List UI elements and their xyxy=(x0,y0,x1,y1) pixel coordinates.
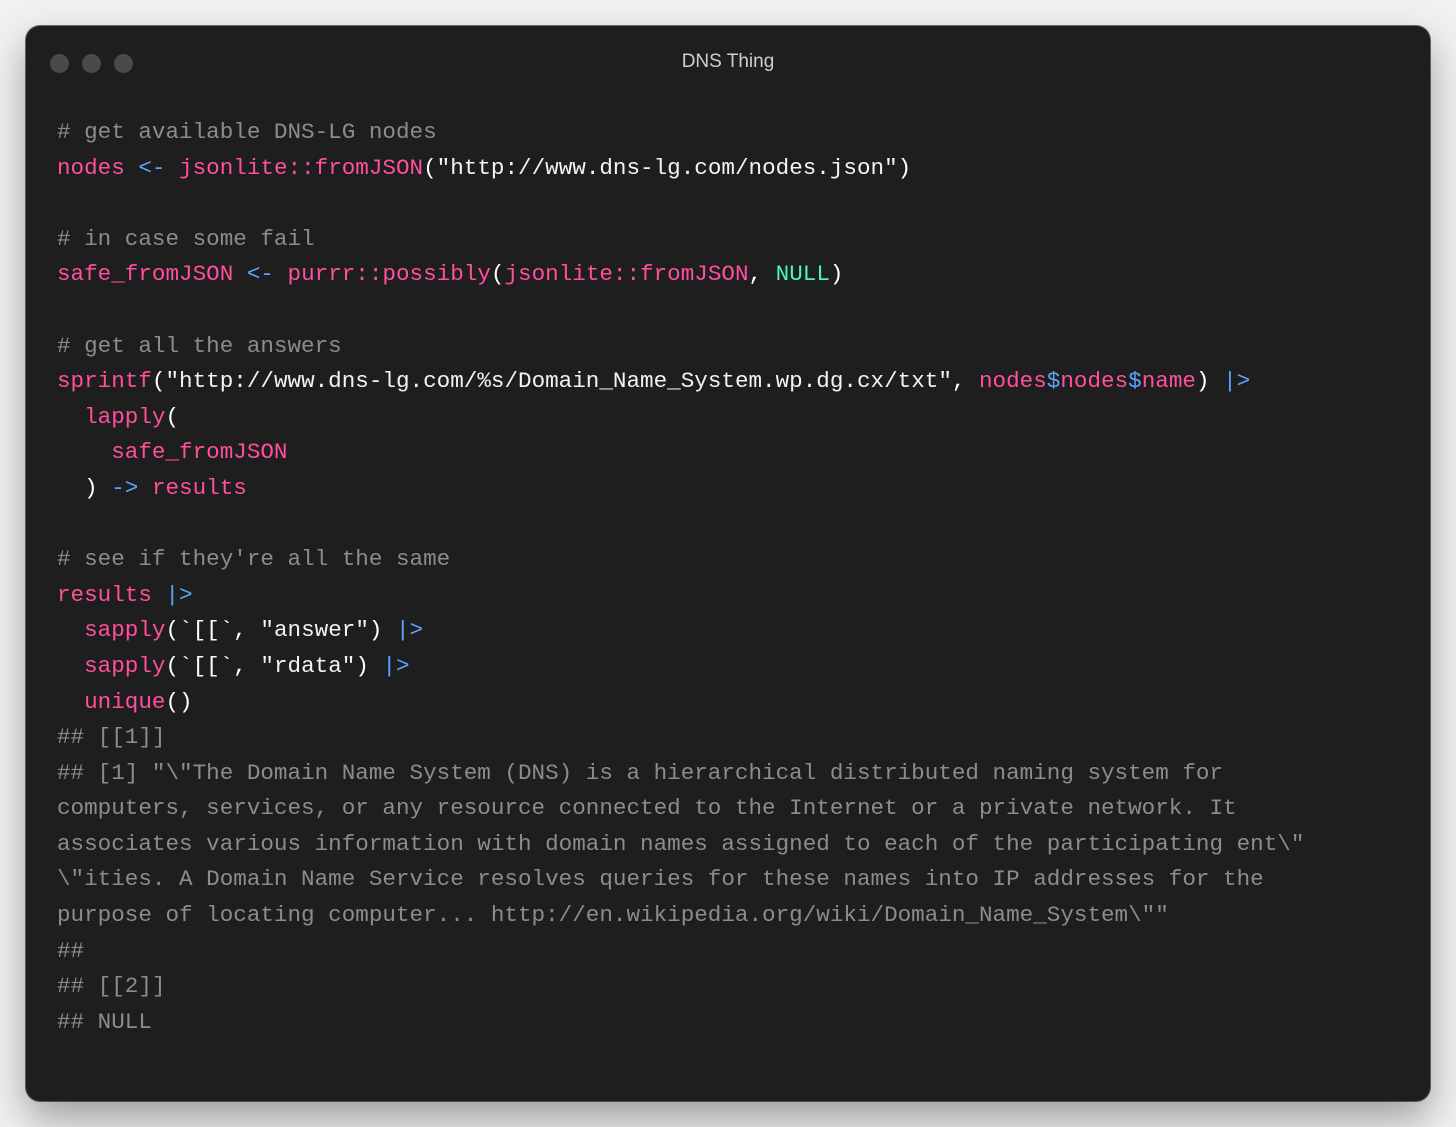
output-line: computers, services, or any resource con… xyxy=(57,795,1237,822)
output-line: ## xyxy=(57,937,85,964)
output-line: ## [1] "\"The Domain Name System (DNS) i… xyxy=(57,759,1224,786)
code-line: nodes <- jsonlite::fromJSON("http://www.… xyxy=(57,154,912,181)
code-line-comment: # see if they're all the same xyxy=(57,546,451,573)
output-line: purpose of locating computer... http://e… xyxy=(57,902,1169,929)
code-line-comment: # get all the answers xyxy=(57,332,342,359)
code-line: safe_fromJSON xyxy=(111,439,288,466)
output-line: ## [[1]] xyxy=(57,724,166,751)
window-title: DNS Thing xyxy=(681,51,775,72)
code-line: sprintf("http://www.dns-lg.com/%s/Domain… xyxy=(57,368,1251,395)
code-line: results |> xyxy=(57,581,193,608)
code-line: safe_fromJSON <- purrr::possibly(jsonlit… xyxy=(57,261,844,288)
code-line: unique() xyxy=(84,688,193,715)
code-line: lapply( xyxy=(84,403,180,430)
code-line: sapply(`[[`, "rdata") |> xyxy=(84,652,410,679)
code-line: sapply(`[[`, "answer") |> xyxy=(84,617,424,644)
editor-window: DNS Thing # get available DNS-LG nodes no… xyxy=(26,26,1430,1101)
code-block: # get available DNS-LG nodes nodes <- jso… xyxy=(57,115,1304,1040)
code-line: ) -> results xyxy=(84,474,247,501)
output-line: \"ities. A Domain Name Service resolves … xyxy=(57,866,1264,893)
title-bar: DNS Thing xyxy=(26,26,1430,98)
code-line-comment: # in case some fail xyxy=(57,225,315,252)
output-line: associates various information with doma… xyxy=(57,830,1305,857)
output-line: ## [[2]] xyxy=(57,973,166,1000)
output-line: ## NULL xyxy=(57,1008,152,1035)
code-line-comment: # get available DNS-LG nodes xyxy=(57,119,437,145)
